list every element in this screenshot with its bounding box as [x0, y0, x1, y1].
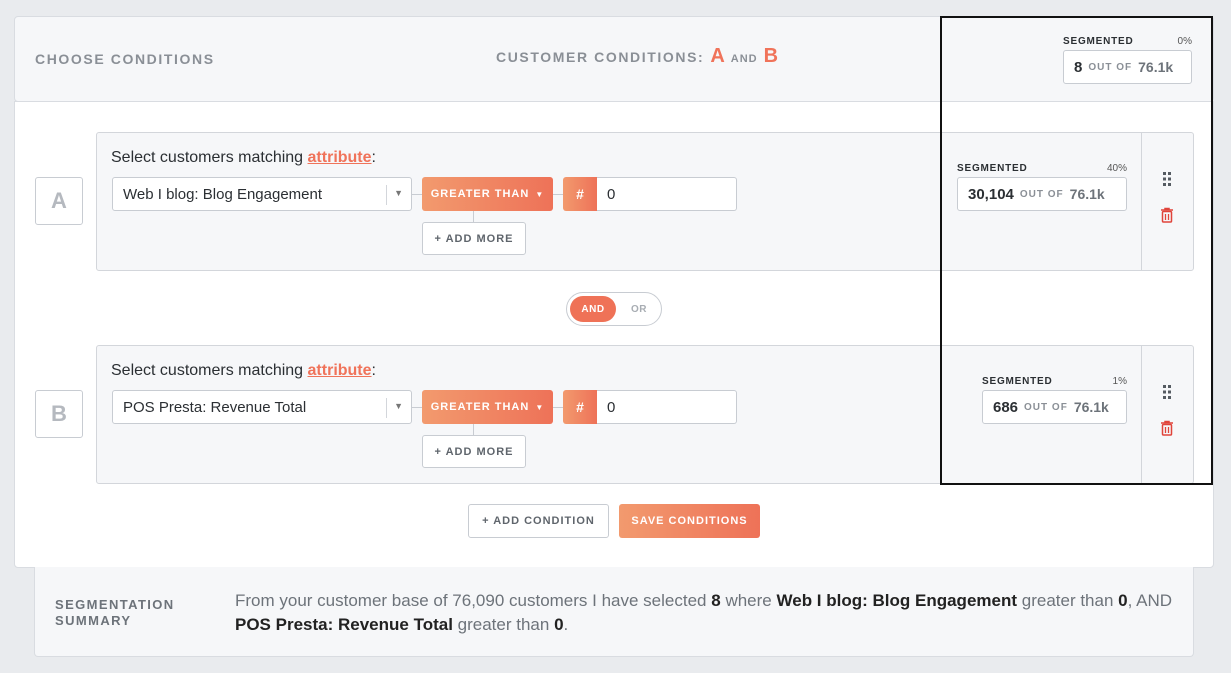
condition-b-card: Select customers matching attribute: POS…	[96, 345, 1194, 484]
and-or-toggle[interactable]: AND OR	[566, 292, 662, 326]
segmented-count-box: 30,104 OUT OF 76.1k	[957, 177, 1127, 211]
condition-title-text: Select customers matching	[111, 362, 304, 379]
summary-fragment: .	[563, 615, 569, 634]
summary-value-b: 0	[554, 615, 564, 634]
summary-attribute-b: POS Presta: Revenue Total	[235, 615, 453, 634]
numeric-type-button[interactable]: #	[563, 390, 597, 424]
connector-line	[412, 194, 422, 195]
attribute-select-value: Web I blog: Blog Engagement	[123, 185, 323, 203]
condition-a-actions	[1141, 133, 1193, 270]
connector-line-vertical	[473, 211, 474, 222]
connector-line-vertical	[473, 424, 474, 435]
connector-line	[553, 407, 563, 408]
connector-line	[412, 407, 422, 408]
drag-handle-icon[interactable]	[1160, 171, 1174, 187]
condition-a-marker: A	[710, 45, 725, 67]
condition-a-badge: A	[35, 177, 83, 225]
caret-down-icon: ▼	[535, 402, 545, 412]
out-of-label: OUT OF	[1024, 401, 1068, 413]
trash-icon[interactable]	[1160, 207, 1174, 223]
attribute-link[interactable]: attribute	[308, 362, 372, 379]
add-condition-button[interactable]: + ADD CONDITION	[468, 504, 609, 538]
attribute-select[interactable]: POS Presta: Revenue Total ▼	[112, 390, 412, 424]
numeric-type-button[interactable]: #	[563, 177, 597, 211]
attribute-link[interactable]: attribute	[308, 149, 372, 166]
trash-icon[interactable]	[1160, 420, 1174, 436]
segmented-label: SEGMENTED	[957, 163, 1028, 174]
segmented-count: 686	[993, 398, 1019, 416]
attribute-select[interactable]: Web I blog: Blog Engagement ▼	[112, 177, 412, 211]
summary-value-a: 0	[1118, 591, 1128, 610]
select-divider	[386, 398, 387, 418]
summary-selected-count: 8	[711, 591, 721, 610]
attribute-select-value: POS Presta: Revenue Total	[123, 398, 307, 416]
segmented-total: 76.1k	[1069, 186, 1105, 202]
segmented-label: SEGMENTED	[1063, 36, 1134, 47]
add-more-button[interactable]: + ADD MORE	[422, 222, 526, 255]
segmented-percent: 1%	[1112, 376, 1127, 387]
segmented-total: 76.1k	[1073, 399, 1109, 415]
title-colon: :	[371, 362, 376, 379]
summary-fragment: , AND	[1127, 591, 1173, 610]
caret-down-icon: ▼	[535, 189, 545, 199]
conditions-panel: A Select customers matching attribute: W…	[14, 101, 1214, 568]
summary-attribute-a: Web I blog: Blog Engagement	[776, 591, 1018, 610]
operator-dropdown[interactable]: GREATER THAN ▼	[422, 177, 553, 211]
condition-b-title: Select customers matching attribute:	[111, 362, 376, 380]
drag-handle-icon[interactable]	[1160, 384, 1174, 400]
out-of-label: OUT OF	[1019, 188, 1064, 200]
save-conditions-button[interactable]: SAVE CONDITIONS	[619, 504, 760, 538]
out-of-label: OUT OF	[1088, 61, 1133, 73]
conditions-header: CHOOSE CONDITIONS CUSTOMER CONDITIONS: A…	[14, 16, 1214, 102]
condition-b-marker: B	[763, 45, 779, 67]
condition-title-text: Select customers matching	[111, 149, 304, 166]
summary-fragment: greater than	[457, 615, 550, 634]
caret-down-icon: ▼	[394, 401, 403, 411]
operator-label: GREATER THAN	[430, 401, 530, 413]
choose-conditions-title: CHOOSE CONDITIONS	[35, 51, 215, 67]
condition-b-badge: B	[35, 390, 83, 438]
segmented-label: SEGMENTED	[982, 376, 1053, 387]
segmented-count-box: 686 OUT OF 76.1k	[982, 390, 1127, 424]
operator-dropdown[interactable]: GREATER THAN ▼	[422, 390, 553, 424]
summary-text: From your customer base of 76,090 custom…	[235, 589, 1185, 637]
condition-a-card: Select customers matching attribute: Web…	[96, 132, 1194, 271]
summary-label: SEGMENTATION SUMMARY	[55, 597, 195, 629]
condition-a-segmented-counter: SEGMENTED 40% 30,104 OUT OF 76.1k	[957, 163, 1127, 211]
connector-line	[553, 194, 563, 195]
select-divider	[386, 185, 387, 205]
total-segmented-counter: SEGMENTED 0% 8 OUT OF 76.1k	[1063, 36, 1192, 84]
customer-conditions-label: CUSTOMER CONDITIONS:	[496, 49, 705, 65]
or-option[interactable]: OR	[619, 296, 659, 322]
add-more-button[interactable]: + ADD MORE	[422, 435, 526, 468]
title-colon: :	[371, 149, 376, 166]
segmented-count: 30,104	[968, 185, 1014, 203]
segmented-percent: 0%	[1177, 36, 1192, 47]
segmented-percent: 40%	[1106, 163, 1127, 174]
operator-label: GREATER THAN	[430, 188, 530, 200]
and-option[interactable]: AND	[570, 296, 616, 322]
segmentation-summary: SEGMENTATION SUMMARY From your customer …	[34, 567, 1194, 657]
summary-label-line2: SUMMARY	[55, 613, 132, 628]
summary-fragment: From your customer base of 76,090 custom…	[235, 591, 707, 610]
summary-fragment: where	[725, 591, 772, 610]
customer-conditions-summary: CUSTOMER CONDITIONS: A AND B	[496, 45, 778, 68]
summary-label-line1: SEGMENTATION	[55, 597, 175, 612]
value-input[interactable]	[597, 390, 737, 424]
condition-b-actions	[1141, 346, 1193, 483]
segmented-count: 8	[1074, 58, 1083, 76]
value-input[interactable]	[597, 177, 737, 211]
and-word: AND	[730, 53, 758, 65]
caret-down-icon: ▼	[394, 188, 403, 198]
summary-fragment: greater than	[1021, 591, 1114, 610]
segmented-total: 76.1k	[1138, 59, 1174, 75]
segmented-count-box: 8 OUT OF 76.1k	[1063, 50, 1192, 84]
condition-b-segmented-counter: SEGMENTED 1% 686 OUT OF 76.1k	[982, 376, 1127, 424]
condition-a-title: Select customers matching attribute:	[111, 149, 376, 167]
